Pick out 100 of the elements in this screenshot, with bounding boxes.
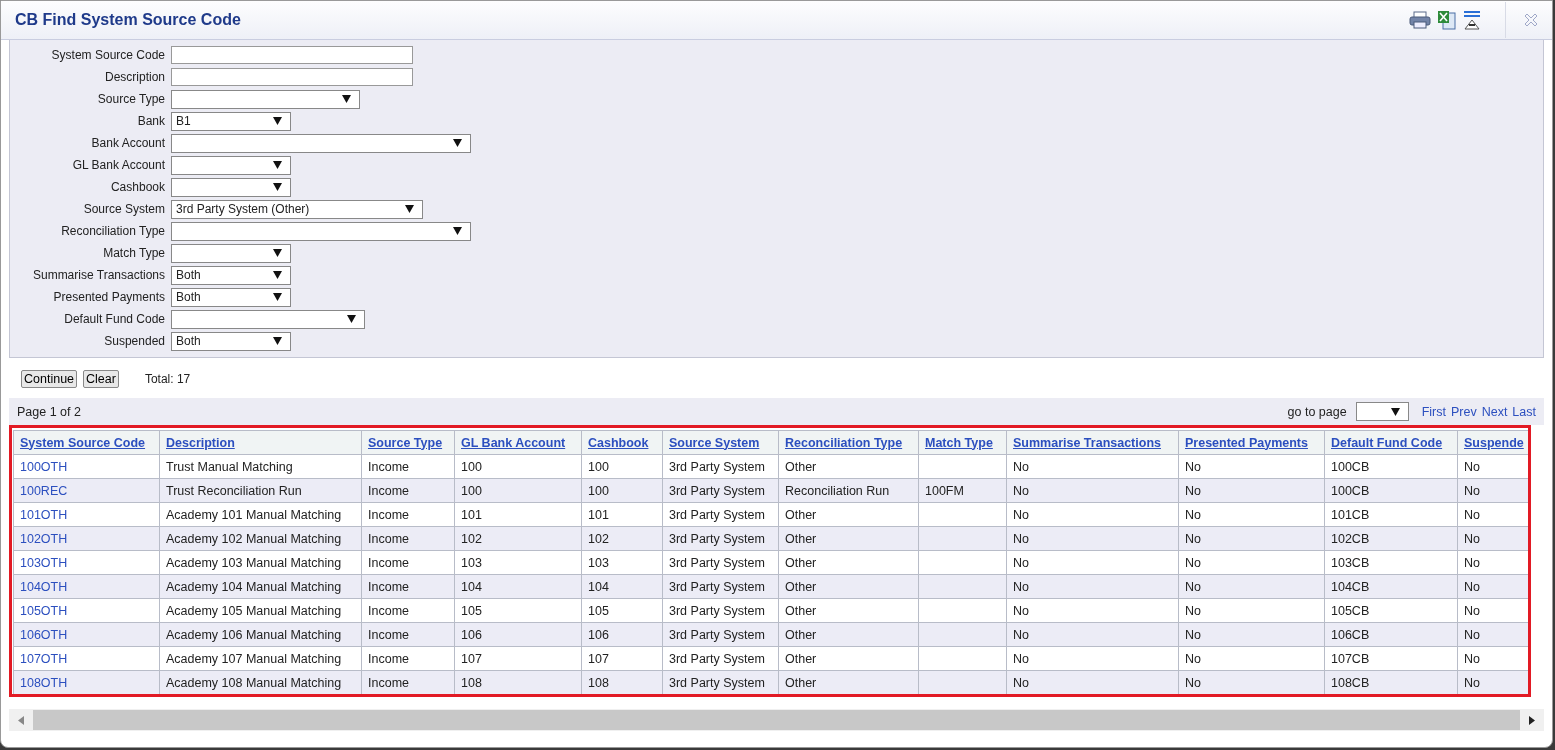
column-header[interactable]: GL Bank Account [454, 430, 582, 455]
dropdown-arrow-icon[interactable] [453, 139, 462, 147]
dropdown-arrow-icon[interactable] [273, 183, 282, 191]
table-cell: No [1464, 651, 1480, 666]
column-header[interactable]: Presented Payments [1178, 430, 1325, 455]
dropdown-arrow-icon[interactable] [273, 271, 282, 279]
field-label: Source System [82, 202, 165, 216]
pager-link[interactable]: Last [1512, 404, 1536, 419]
scroll-right-icon[interactable] [1529, 715, 1535, 725]
table-cell: 3rd Party System [669, 579, 765, 594]
dropdown-arrow-icon[interactable] [273, 293, 282, 301]
pager-link[interactable]: Next [1481, 404, 1508, 419]
table-cell: 105 [588, 603, 609, 618]
code-link[interactable]: 100REC [20, 483, 68, 498]
collapse-icon[interactable] [1463, 10, 1481, 30]
table-cell: No [1013, 507, 1029, 522]
dropdown[interactable]: Both [171, 331, 291, 351]
code-link[interactable]: 104OTH [20, 579, 68, 594]
code-link[interactable]: 106OTH [20, 627, 68, 642]
column-header[interactable]: Cashbook [581, 430, 663, 455]
table-cell: Other [785, 579, 817, 594]
dropdown[interactable]: Both [171, 287, 291, 307]
table-cell: Academy 108 Manual Matching [166, 675, 342, 690]
table-cell: Income [368, 651, 409, 666]
table-cell: No [1185, 627, 1201, 642]
table-cell: No [1013, 579, 1029, 594]
dropdown[interactable]: 3rd Party System (Other) [171, 199, 423, 219]
table-cell: 106 [588, 627, 609, 642]
column-header[interactable]: Source Type [361, 430, 455, 455]
spreadsheet-icon[interactable] [1437, 10, 1457, 30]
table-cell: No [1013, 555, 1029, 570]
page-dropdown[interactable] [1355, 402, 1409, 421]
table-cell: 105CB [1331, 603, 1370, 618]
dropdown-arrow-icon[interactable] [273, 161, 282, 169]
dropdown-arrow-icon[interactable] [453, 227, 462, 235]
table-cell: No [1013, 627, 1029, 642]
column-header[interactable]: Reconciliation Type [778, 430, 919, 455]
total-count: Total: 17 [144, 372, 191, 386]
column-header[interactable]: Default Fund Code [1324, 430, 1458, 455]
table-cell: Income [368, 627, 409, 642]
table-cell: Other [785, 675, 817, 690]
code-link[interactable]: 105OTH [20, 603, 68, 618]
table-cell: No [1013, 675, 1029, 690]
text-field[interactable] [171, 68, 413, 86]
table-cell: 3rd Party System [669, 507, 765, 522]
table-cell: Academy 104 Manual Matching [166, 579, 342, 594]
table-cell: Trust Reconciliation Run [166, 483, 302, 498]
field-label: Summarise Transactions [31, 268, 165, 282]
table-cell: 108 [461, 675, 482, 690]
printer-icon[interactable] [1409, 11, 1431, 29]
scroll-left-icon[interactable] [18, 715, 24, 725]
column-header[interactable]: Match Type [918, 430, 1007, 455]
text-field[interactable] [171, 46, 413, 64]
field-label: System Source Code [50, 48, 165, 62]
table-cell: Other [785, 555, 817, 570]
code-link[interactable]: 103OTH [20, 555, 68, 570]
dropdown-arrow-icon[interactable] [273, 337, 282, 345]
dropdown[interactable]: Both [171, 265, 291, 285]
column-header[interactable]: Description [159, 430, 362, 455]
table-cell: No [1013, 603, 1029, 618]
table-cell: No [1464, 459, 1480, 474]
column-header[interactable]: System Source Code [13, 430, 160, 455]
dropdown-arrow-icon[interactable] [405, 205, 414, 213]
table-cell: 107 [461, 651, 482, 666]
table-cell: Academy 105 Manual Matching [166, 603, 342, 618]
dropdown[interactable]: B1 [171, 111, 291, 131]
table-cell: No [1185, 555, 1201, 570]
dropdown-arrow-icon[interactable] [1390, 407, 1400, 416]
table-cell: 100CB [1331, 483, 1370, 498]
pager-link[interactable]: Prev [1450, 404, 1477, 419]
table-cell: 101CB [1331, 507, 1370, 522]
column-header[interactable]: Summarise Transactions [1006, 430, 1179, 455]
table-cell: 108CB [1331, 675, 1370, 690]
table-cell: Other [785, 603, 817, 618]
column-header[interactable]: Source System [662, 430, 779, 455]
dropdown-arrow-icon[interactable] [273, 249, 282, 257]
table-cell: 105 [461, 603, 482, 618]
field-label: Presented Payments [52, 290, 165, 304]
code-link[interactable]: 102OTH [20, 531, 68, 546]
column-header[interactable]: Suspende [1457, 430, 1528, 455]
horizontal-scrollbar[interactable] [9, 709, 1544, 731]
dropdown-arrow-icon[interactable] [342, 95, 351, 103]
table-cell: 104CB [1331, 579, 1370, 594]
pager-link[interactable]: First [1421, 404, 1446, 419]
table-cell: No [1185, 483, 1201, 498]
table-cell: Income [368, 507, 409, 522]
window-title: CB Find System Source Code [15, 11, 241, 29]
table-cell: No [1013, 651, 1029, 666]
code-link[interactable]: 101OTH [20, 507, 68, 522]
table-cell: Academy 103 Manual Matching [166, 555, 342, 570]
table-cell: 107CB [1331, 651, 1370, 666]
code-link[interactable]: 100OTH [20, 459, 68, 474]
dropdown-arrow-icon[interactable] [273, 117, 282, 125]
table-cell: 104 [588, 579, 609, 594]
table-cell: No [1464, 627, 1480, 642]
action-button[interactable]: Continue [21, 370, 78, 388]
field-label: Cashbook [109, 180, 165, 194]
action-button[interactable]: Clear [83, 370, 119, 388]
code-link[interactable]: 107OTH [20, 651, 68, 666]
dropdown-arrow-icon[interactable] [347, 315, 356, 323]
